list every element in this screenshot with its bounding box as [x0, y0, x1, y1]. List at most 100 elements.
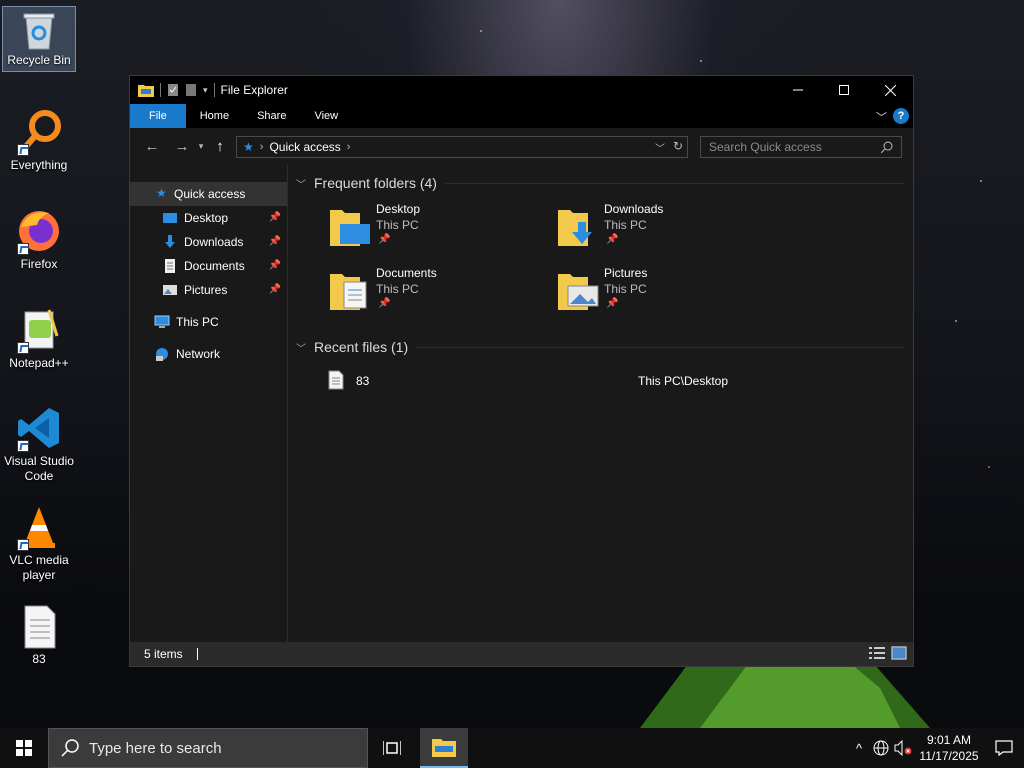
- maximize-button[interactable]: [821, 76, 867, 104]
- pin-icon[interactable]: 📌: [269, 260, 281, 271]
- nav-item-quick-access[interactable]: ★ Quick access: [130, 182, 287, 206]
- pin-icon[interactable]: 📌: [269, 212, 281, 223]
- recent-locations-chevron-icon[interactable]: ▾: [194, 141, 208, 152]
- documents-icon: [165, 259, 175, 273]
- desktop-icon-label: Everything: [10, 158, 68, 172]
- downloads-icon: [165, 235, 175, 248]
- refresh-icon[interactable]: ↻: [673, 139, 683, 153]
- collapse-chevron-icon[interactable]: ﹀: [296, 176, 310, 191]
- file-path: This PC\Desktop: [638, 374, 729, 388]
- taskbar-search-box[interactable]: Type here to search: [48, 728, 368, 768]
- up-arrow-icon[interactable]: ↑: [208, 138, 232, 155]
- pin-icon[interactable]: 📌: [606, 298, 618, 309]
- desktop-icon-vlc[interactable]: VLC media player: [2, 499, 76, 583]
- window-title: File Explorer: [220, 83, 288, 97]
- nav-item-documents[interactable]: Documents 📌: [130, 254, 287, 278]
- desktop-icon-everything[interactable]: Everything: [2, 104, 76, 173]
- recent-files-group-header[interactable]: ﹀ Recent files (1): [296, 336, 913, 358]
- properties-icon[interactable]: [167, 83, 179, 97]
- frequent-folders-group-header[interactable]: ﹀ Frequent folders (4): [296, 172, 913, 194]
- desktop-icon-file-83[interactable]: 83: [2, 598, 76, 667]
- folder-name: Downloads: [604, 202, 664, 216]
- text-file-icon: [15, 602, 63, 650]
- tab-share[interactable]: Share: [243, 104, 300, 128]
- file-explorer-window[interactable]: ▾ File Explorer File Home Share View ﹀ ?…: [129, 75, 914, 667]
- shortcut-arrow-icon: [17, 144, 29, 156]
- nav-item-label: Network: [176, 347, 221, 361]
- pin-icon[interactable]: 📌: [269, 284, 281, 295]
- search-icon: [880, 141, 893, 156]
- nav-item-network[interactable]: Network: [130, 342, 287, 366]
- show-hidden-icons-chevron-icon[interactable]: ^: [848, 728, 870, 768]
- folder-name: Pictures: [604, 266, 648, 280]
- taskbar-file-explorer-button[interactable]: [420, 728, 468, 768]
- search-box[interactable]: [700, 136, 902, 158]
- desktop-icon-label: Firefox: [20, 257, 58, 271]
- tab-home[interactable]: Home: [186, 104, 243, 128]
- minimize-button[interactable]: [775, 76, 821, 104]
- volume-muted-icon[interactable]: [892, 728, 914, 768]
- nav-item-pictures[interactable]: Pictures 📌: [130, 278, 287, 302]
- notification-icon: [995, 740, 1013, 756]
- pin-icon[interactable]: 📌: [378, 298, 390, 309]
- folder-location: This PC: [604, 218, 647, 232]
- globe-network-icon[interactable]: [870, 728, 892, 768]
- back-arrow-icon[interactable]: ←: [140, 138, 164, 155]
- desktop-icon-vscode[interactable]: Visual Studio Code: [2, 400, 76, 484]
- address-bar[interactable]: ★ › Quick access › ﹀ ↻: [236, 136, 688, 158]
- folder-tile-downloads[interactable]: Downloads This PC 📌: [558, 200, 758, 256]
- folder-location: This PC: [376, 218, 419, 232]
- desktop-icon-firefox[interactable]: Firefox: [2, 203, 76, 272]
- list-item[interactable]: 83 This PC\Desktop: [296, 368, 913, 396]
- pin-icon[interactable]: 📌: [269, 236, 281, 247]
- start-button[interactable]: [0, 728, 48, 768]
- nav-item-desktop[interactable]: Desktop 📌: [130, 206, 287, 230]
- nav-item-label: This PC: [176, 315, 219, 329]
- clock[interactable]: 9:01 AM 11/17/2025: [914, 732, 984, 764]
- forward-arrow-icon[interactable]: →: [170, 138, 194, 155]
- search-input[interactable]: [709, 140, 869, 154]
- task-view-button[interactable]: [368, 728, 416, 768]
- group-title: Recent files (1): [314, 339, 409, 355]
- breadcrumb-quick-access[interactable]: Quick access: [269, 140, 340, 154]
- network-icon: [156, 348, 168, 361]
- help-icon[interactable]: ?: [893, 108, 909, 124]
- desktop-icon-label: Notepad++: [9, 356, 69, 370]
- breadcrumb-chevron-icon[interactable]: ›: [260, 141, 264, 153]
- close-icon: [884, 84, 896, 96]
- large-icons-view-icon[interactable]: [891, 646, 907, 660]
- close-button[interactable]: [867, 76, 913, 104]
- nav-item-label: Pictures: [184, 283, 228, 297]
- shortcut-arrow-icon: [17, 342, 29, 354]
- title-bar[interactable]: ▾ File Explorer: [130, 76, 913, 104]
- desktop-icon-label: Visual Studio Code: [4, 454, 74, 483]
- customize-toolbar-chevron-icon[interactable]: ▾: [203, 85, 208, 96]
- tab-file[interactable]: File: [130, 104, 186, 128]
- downloads-folder-icon: [558, 210, 592, 246]
- folder-tile-pictures[interactable]: Pictures This PC 📌: [558, 264, 758, 320]
- folder-tile-desktop[interactable]: Desktop This PC 📌: [330, 200, 530, 256]
- folder-app-icon: [138, 85, 154, 97]
- new-folder-icon[interactable]: [185, 83, 197, 97]
- details-view-icon[interactable]: [869, 646, 885, 660]
- breadcrumb-chevron-icon[interactable]: ›: [347, 141, 351, 153]
- nav-item-downloads[interactable]: Downloads 📌: [130, 230, 287, 254]
- file-name: 83: [356, 374, 370, 388]
- pin-icon[interactable]: 📌: [378, 234, 390, 245]
- expand-ribbon-chevron-icon[interactable]: ﹀: [876, 109, 887, 125]
- collapse-chevron-icon[interactable]: ﹀: [296, 340, 310, 355]
- tab-view[interactable]: View: [300, 104, 352, 128]
- address-dropdown-chevron-icon[interactable]: ﹀: [655, 140, 665, 155]
- pin-icon[interactable]: 📌: [606, 234, 618, 245]
- desktop-folder-icon: [330, 210, 370, 246]
- star-icon: ★: [243, 140, 254, 154]
- desktop-icon-recycle-bin[interactable]: Recycle Bin: [2, 6, 76, 72]
- notification-center-button[interactable]: [984, 728, 1024, 768]
- nav-item-this-pc[interactable]: This PC: [130, 310, 287, 334]
- folder-name: Documents: [376, 266, 437, 280]
- desktop-icon-notepad-plus-plus[interactable]: Notepad++: [2, 302, 76, 371]
- computer-icon: [154, 315, 170, 328]
- shortcut-arrow-icon: [17, 539, 29, 551]
- folder-tile-documents[interactable]: Documents This PC 📌: [330, 264, 530, 320]
- clock-date: 11/17/2025: [919, 749, 979, 763]
